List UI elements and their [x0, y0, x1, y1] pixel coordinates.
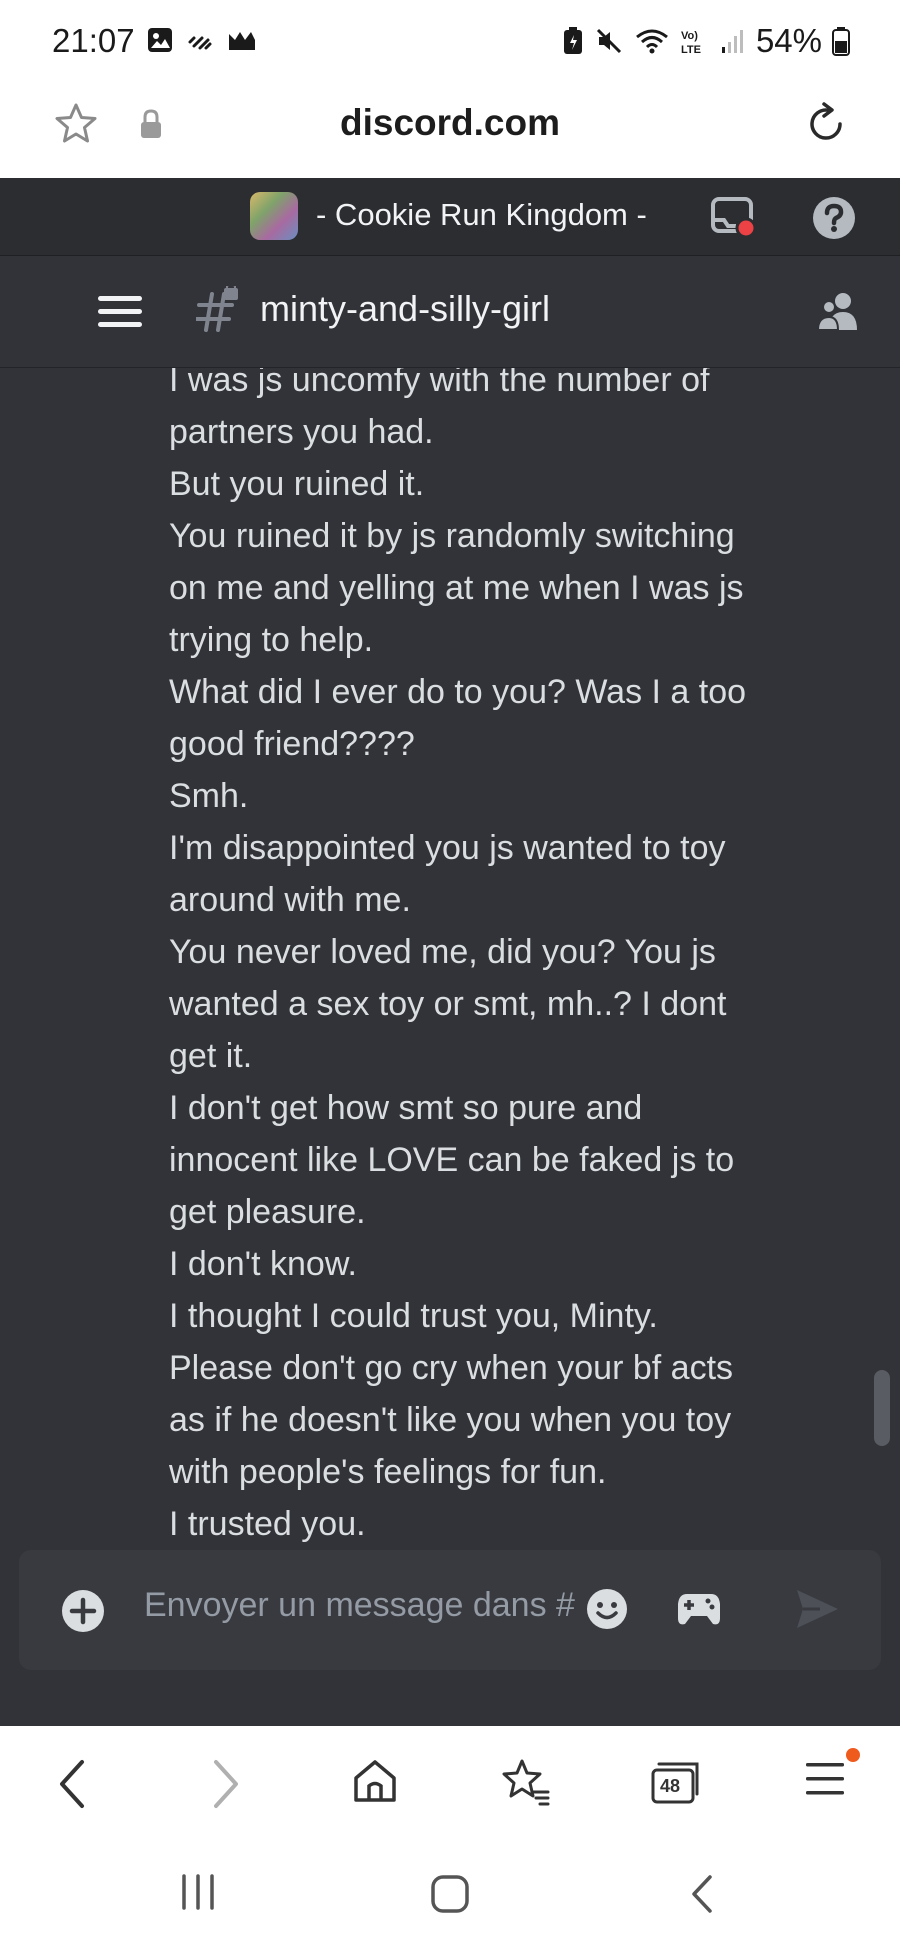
message-line: on me and yelling at me when I was js [169, 569, 744, 607]
mute-icon [594, 26, 624, 56]
message-line: get pleasure. [169, 1193, 366, 1231]
locked-channel-hash-icon [195, 283, 240, 339]
message-line: But you ruined it. [169, 465, 425, 503]
svg-text:Vo): Vo) [681, 30, 698, 42]
battery-saver-icon [562, 26, 584, 56]
message-line: I trusted you. [169, 1505, 366, 1543]
home-icon[interactable] [352, 1758, 398, 1809]
send-icon[interactable] [794, 1586, 840, 1637]
message-body: I was js uncomfy with the number of part… [169, 368, 809, 1550]
tabs-icon[interactable]: 48 [650, 1758, 700, 1811]
url-text[interactable]: discord.com [0, 102, 900, 144]
message-line: You ruined it by js randomly switching [169, 517, 735, 555]
inbox-icon[interactable] [710, 196, 758, 243]
reload-icon[interactable] [802, 100, 850, 153]
notification-dot [846, 1748, 860, 1762]
forward-icon[interactable] [210, 1758, 242, 1815]
message-line: as if he doesn't like you when you toy [169, 1401, 732, 1439]
message-line: I was js uncomfy with the number of [169, 368, 710, 399]
url-bar[interactable]: discord.com [0, 82, 900, 178]
add-attachment-icon[interactable] [61, 1589, 105, 1638]
members-icon[interactable] [816, 290, 860, 337]
browser-toolbar: 48 [0, 1726, 900, 1836]
home-button-icon[interactable] [430, 1874, 470, 1919]
message-line: I thought I could trust you, Minty. [169, 1297, 658, 1335]
battery-icon [832, 26, 850, 56]
gamepad-icon[interactable] [677, 1588, 721, 1633]
recent-apps-icon[interactable] [180, 1874, 216, 1915]
system-nav-bar [0, 1836, 900, 1950]
tab-count: 48 [660, 1776, 681, 1796]
message-composer[interactable]: Envoyer un message dans # [19, 1550, 881, 1670]
message-line: I don't know. [169, 1245, 357, 1283]
message-line: I'm disappointed you js wanted to toy [169, 829, 726, 867]
message-line: Smh. [169, 777, 249, 815]
signal-icon [720, 27, 746, 55]
image-icon [146, 26, 174, 59]
menu-icon[interactable] [806, 1758, 846, 1805]
message-line: wanted a sex toy or smt, mh..? I dont [169, 985, 727, 1023]
message-line: good friend???? [169, 725, 415, 763]
status-bar: 21:07 Vo) LTE 54% [0, 0, 900, 82]
back-icon[interactable] [56, 1758, 88, 1815]
signal-slash-icon [186, 26, 214, 59]
channel-header: minty-and-silly-girl [0, 256, 900, 368]
message-line: Please don't go cry when your bf acts [169, 1349, 734, 1387]
message-line: trying to help. [169, 621, 374, 659]
battery-percent: 54% [755, 22, 822, 59]
message-line: I don't get how smt so pure and [169, 1089, 643, 1127]
composer-area: Envoyer un message dans # [0, 1550, 900, 1726]
message-line: partners you had. [169, 413, 434, 451]
bookmarks-icon[interactable] [500, 1758, 550, 1811]
status-time: 21:07 [52, 22, 135, 59]
message-line: You never loved me, did you? You js [169, 933, 716, 971]
server-avatar[interactable] [250, 192, 298, 240]
svg-text:LTE: LTE [681, 44, 701, 56]
help-icon[interactable] [812, 196, 856, 245]
volte-icon: Vo) LTE [680, 26, 710, 56]
scrollbar-thumb[interactable] [874, 1370, 890, 1446]
status-right-icons: Vo) LTE 54% [562, 22, 850, 60]
server-name[interactable]: - Cookie Run Kingdom - [316, 197, 647, 233]
emoji-icon[interactable] [586, 1588, 628, 1635]
channel-name[interactable]: minty-and-silly-girl [260, 288, 550, 330]
message-line: What did I ever do to you? Was I a too [169, 673, 747, 711]
message-line: innocent like LOVE can be faked js to [169, 1141, 735, 1179]
message-input[interactable]: Envoyer un message dans # [144, 1586, 589, 1625]
message-line: with people's feelings for fun. [169, 1453, 607, 1491]
wifi-icon [634, 26, 670, 56]
message-line: around with me. [169, 881, 411, 919]
status-left-icons [146, 26, 258, 59]
message-line: get it. [169, 1037, 253, 1075]
message-list[interactable]: I was js uncomfy with the number of part… [0, 368, 900, 1550]
system-back-icon[interactable] [688, 1874, 716, 1919]
server-header: - Cookie Run Kingdom - [0, 178, 900, 256]
hamburger-menu-icon[interactable] [98, 294, 142, 335]
cat-icon [226, 26, 258, 59]
